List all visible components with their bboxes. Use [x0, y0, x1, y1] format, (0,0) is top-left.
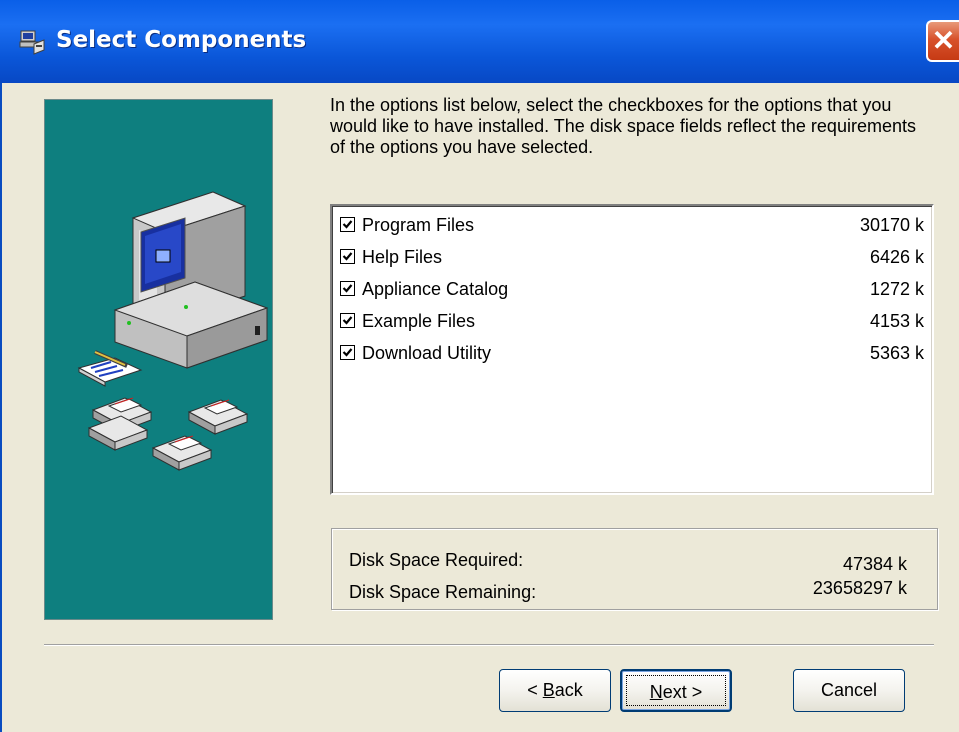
list-item[interactable]: Example Files 4153 k [340, 310, 924, 334]
back-button[interactable]: < Back [499, 669, 611, 712]
checkbox[interactable] [340, 345, 355, 360]
component-name: Example Files [362, 311, 476, 331]
title-bar[interactable]: Select Components ✕ [0, 0, 959, 83]
window-title: Select Components [56, 27, 307, 53]
component-name: Appliance Catalog [362, 279, 509, 299]
separator [44, 644, 934, 646]
component-size: 6426 k [869, 247, 924, 267]
checkbox-check-icon [342, 284, 353, 293]
list-item[interactable]: Appliance Catalog 1272 k [340, 278, 924, 302]
close-button[interactable]: ✕ [926, 20, 959, 62]
component-name: Download Utility [362, 343, 492, 363]
dialog-body: In the options list below, select the ch… [0, 83, 959, 732]
list-item[interactable]: Help Files 6426 k [340, 246, 924, 270]
disk-required-label: Disk Space Required: [349, 550, 524, 570]
disk-remaining-value: 23658297 k [812, 578, 907, 598]
back-label: ack [554, 680, 583, 700]
checkbox[interactable] [340, 281, 355, 296]
computer-illustration [77, 191, 269, 471]
next-button[interactable]: Next > [620, 669, 732, 712]
next-mnemonic: N [649, 682, 663, 702]
checkbox-check-icon [342, 252, 353, 261]
focus-rectangle: Next > [626, 675, 726, 706]
component-size: 5363 k [869, 343, 924, 363]
checkbox[interactable] [340, 217, 355, 232]
back-arrow-label: < [527, 680, 543, 700]
component-name: Program Files [362, 215, 475, 235]
component-size: 1272 k [869, 279, 924, 299]
checkbox-check-icon [342, 316, 353, 325]
component-name: Help Files [362, 247, 443, 267]
cancel-label: Cancel [820, 680, 878, 700]
cancel-button[interactable]: Cancel [793, 669, 905, 712]
back-mnemonic: B [542, 680, 555, 700]
component-size: 30170 k [859, 215, 924, 235]
disk-space-box: Disk Space Required: 47384 k Disk Space … [331, 528, 938, 610]
components-list[interactable]: Program Files 30170 k Help Files 6426 k … [330, 204, 934, 495]
disk-remaining-label: Disk Space Remaining: [349, 582, 537, 602]
side-illustration-panel [44, 99, 273, 620]
component-size: 4153 k [869, 311, 924, 331]
installer-icon [19, 30, 45, 55]
next-label: ext > [662, 682, 703, 702]
checkbox-check-icon [342, 348, 353, 357]
checkbox[interactable] [340, 313, 355, 328]
checkbox-check-icon [342, 220, 353, 229]
checkbox[interactable] [340, 249, 355, 264]
instructions-text: In the options list below, select the ch… [330, 95, 916, 157]
list-item[interactable]: Download Utility 5363 k [340, 342, 924, 366]
disk-required-value: 47384 k [842, 554, 907, 574]
close-icon: ✕ [931, 25, 956, 56]
list-item[interactable]: Program Files 30170 k [340, 214, 924, 238]
